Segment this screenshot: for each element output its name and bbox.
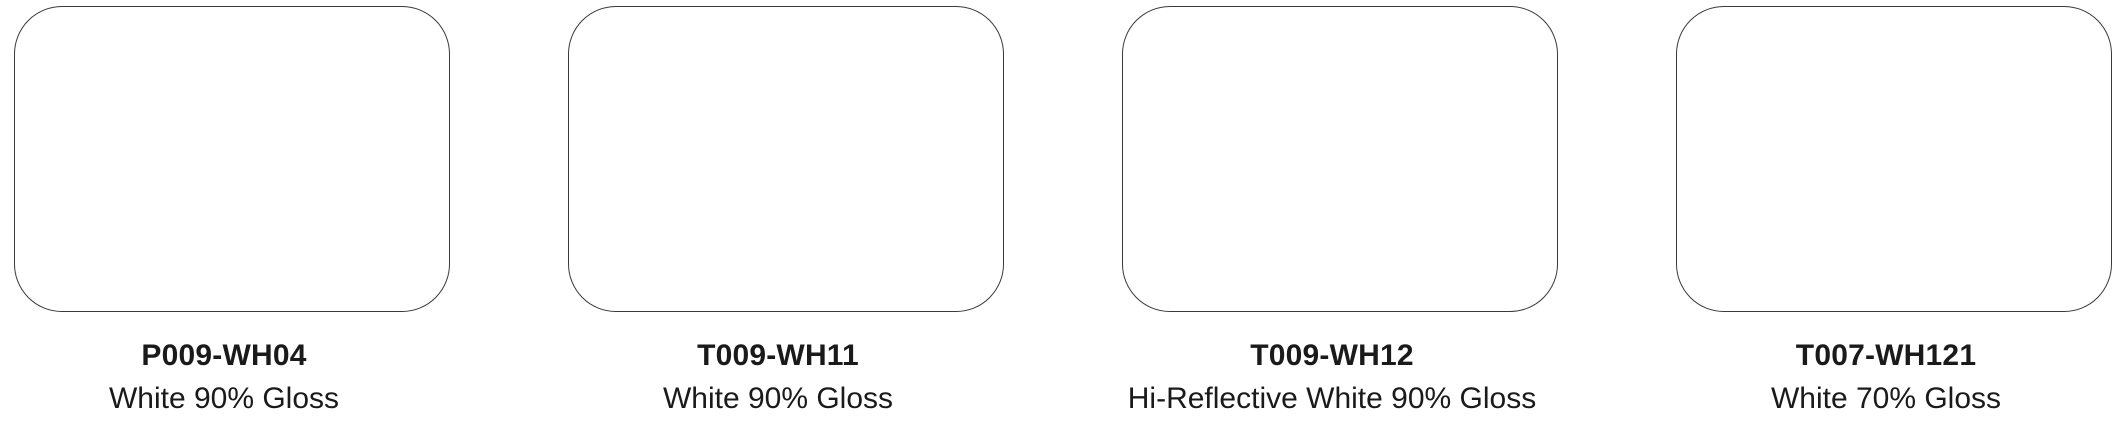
product-description: White 90% Gloss bbox=[108, 382, 340, 415]
product-description: Hi-Reflective White 90% Gloss bbox=[1127, 382, 1537, 415]
color-swatch bbox=[1122, 6, 1558, 312]
product-code: P009-WH04 bbox=[141, 339, 307, 372]
product-code: T009-WH11 bbox=[697, 339, 859, 372]
color-swatch bbox=[568, 6, 1004, 312]
color-swatch bbox=[1676, 6, 2112, 312]
swatch-card-p009-wh04: P009-WH04 White 90% Gloss bbox=[0, 0, 474, 428]
product-code: T007-WH121 bbox=[1795, 339, 1977, 372]
color-swatch bbox=[14, 6, 450, 312]
swatch-card-t007-wh121: T007-WH121 White 70% Gloss bbox=[1636, 0, 2126, 428]
product-description: White 90% Gloss bbox=[662, 382, 894, 415]
swatch-card-t009-wh11: T009-WH11 White 90% Gloss bbox=[528, 0, 1028, 428]
product-code: T009-WH12 bbox=[1250, 339, 1414, 372]
product-description: White 70% Gloss bbox=[1770, 382, 2002, 415]
swatch-card-t009-wh12: T009-WH12 Hi-Reflective White 90% Gloss bbox=[1082, 0, 1582, 428]
